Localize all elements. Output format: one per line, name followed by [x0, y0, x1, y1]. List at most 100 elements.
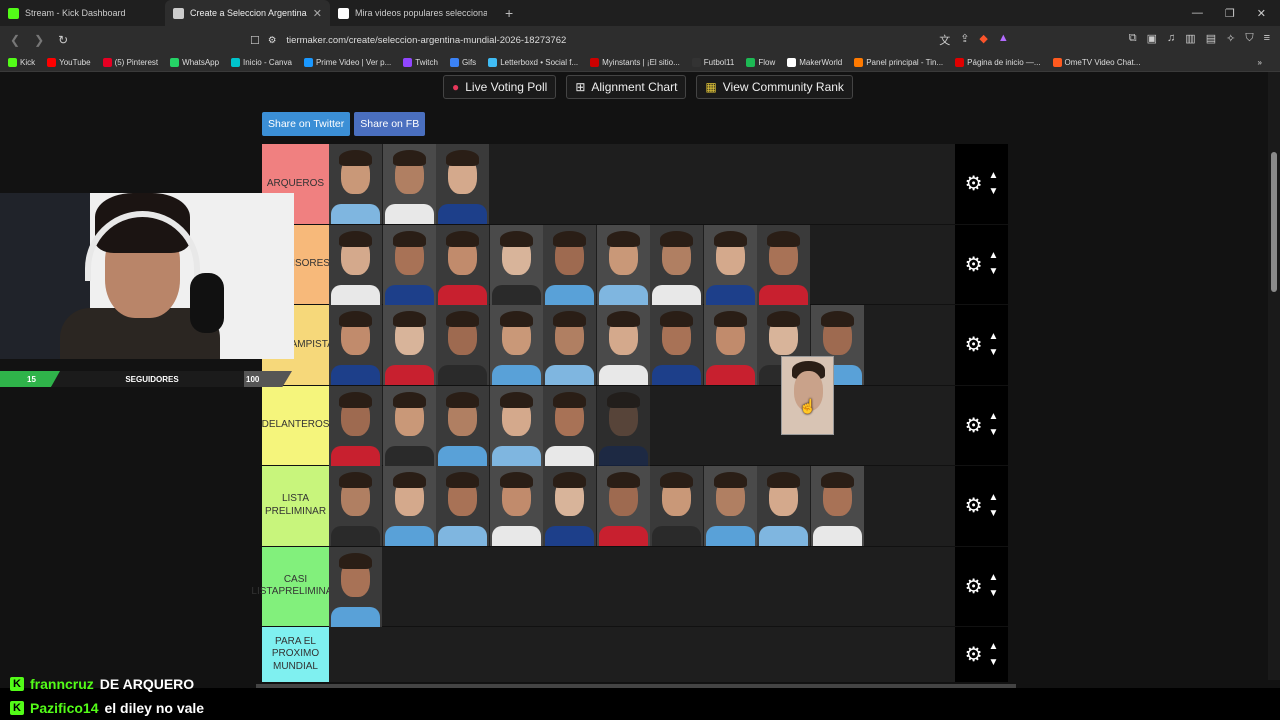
chevron-down-icon[interactable]: ▼ [989, 345, 999, 361]
player-card[interactable] [436, 305, 489, 385]
chevron-down-icon[interactable]: ▼ [989, 655, 999, 671]
chevron-down-icon[interactable]: ▼ [989, 425, 999, 441]
bookmark-item[interactable]: Futbol11 [691, 58, 734, 67]
media-icon[interactable]: ♫ [1167, 32, 1175, 48]
tier-items[interactable] [329, 224, 955, 305]
vertical-scrollbar[interactable] [1268, 72, 1280, 680]
bookmark-item[interactable]: OmeTV Video Chat... [1052, 58, 1140, 67]
player-card[interactable] [436, 466, 489, 546]
player-card[interactable] [650, 305, 703, 385]
bookmark-item[interactable]: Kick [8, 58, 35, 67]
chevron-up-icon[interactable]: ▲ [989, 409, 999, 425]
alignment-chart-button[interactable]: ⊞ Alignment Chart [566, 75, 687, 99]
player-card[interactable] [703, 305, 757, 385]
more-bookmarks-icon[interactable]: » [1258, 58, 1280, 67]
tier-label[interactable]: DELANTEROS [262, 385, 329, 465]
player-card[interactable] [596, 385, 650, 466]
player-card[interactable] [382, 224, 436, 305]
tier-label[interactable]: LISTA PRELIMINAR [262, 466, 329, 546]
chevron-up-icon[interactable]: ▲ [989, 570, 999, 586]
extensions-icon[interactable]: ⧉ [1129, 32, 1137, 48]
player-card[interactable] [543, 466, 596, 546]
bookmark-item[interactable]: Myinstants | ¡El sitio... [590, 58, 680, 67]
gear-icon[interactable]: ⚙ [965, 574, 983, 599]
player-card[interactable] [543, 385, 596, 466]
bookmark-item[interactable]: Página de inicio —... [955, 58, 1041, 67]
tier-items[interactable] [329, 466, 955, 546]
minimize-icon[interactable]: — [1192, 7, 1203, 20]
player-card[interactable] [329, 385, 382, 466]
bookmark-item[interactable]: Prime Video | Ver p... [303, 58, 391, 67]
tier-items[interactable] [329, 144, 955, 224]
bookmark-item[interactable]: YouTube [47, 58, 91, 67]
bookmark-item[interactable]: MakerWorld [787, 58, 842, 67]
share-twitter-button[interactable]: Share on Twitter [262, 112, 351, 136]
chevron-down-icon[interactable]: ▼ [989, 264, 999, 280]
player-card[interactable] [596, 224, 650, 305]
share-icon[interactable]: ⇪ [960, 32, 969, 48]
live-voting-poll-button[interactable]: ● Live Voting Poll [443, 75, 557, 99]
player-card[interactable] [329, 546, 382, 627]
player-card[interactable] [810, 466, 864, 546]
back-icon[interactable]: ❮ [10, 33, 20, 47]
bookmark-page-icon[interactable]: ☐ [250, 34, 260, 47]
bookmark-item[interactable]: Panel principal - Tin... [854, 58, 943, 67]
player-card[interactable] [703, 224, 757, 305]
rewards-icon[interactable]: ▲ [998, 32, 1009, 48]
chevron-down-icon[interactable]: ▼ [989, 586, 999, 602]
player-card[interactable] [436, 144, 489, 224]
player-card[interactable] [650, 466, 703, 546]
vpn-icon[interactable]: ⛉ [1245, 32, 1253, 48]
player-card[interactable] [650, 224, 703, 305]
tab-tiktok[interactable]: Mira videos populares seleccionados [330, 0, 495, 26]
reload-icon[interactable]: ↻ [58, 33, 68, 47]
menu-icon[interactable]: ≡ [1264, 32, 1270, 48]
gear-icon[interactable]: ⚙ [965, 332, 983, 357]
player-card[interactable] [596, 305, 650, 385]
player-card[interactable] [436, 385, 489, 466]
translate-icon[interactable]: 文 [939, 32, 950, 48]
tier-items[interactable] [329, 385, 955, 466]
scroll-thumb[interactable] [1271, 152, 1277, 292]
bookmark-item[interactable]: (5) Pinterest [102, 58, 158, 67]
player-card[interactable] [703, 466, 757, 546]
address-bar[interactable]: ⚙ tiermaker.com/create/seleccion-argenti… [268, 35, 566, 46]
chevron-up-icon[interactable]: ▲ [989, 168, 999, 184]
tab-tiermaker[interactable]: Create a Seleccion Argentina Mu ✕ [165, 0, 330, 26]
restore-icon[interactable]: ❐ [1225, 7, 1235, 20]
site-info-icon[interactable]: ⚙ [268, 35, 277, 46]
chevron-up-icon[interactable]: ▲ [989, 490, 999, 506]
player-card[interactable] [329, 144, 382, 224]
player-card[interactable] [489, 224, 543, 305]
player-card[interactable] [489, 305, 543, 385]
community-rank-button[interactable]: ▦ View Community Rank [696, 75, 853, 99]
player-card[interactable] [543, 305, 596, 385]
player-card[interactable] [329, 224, 382, 305]
new-tab-button[interactable]: + [495, 5, 523, 21]
player-card[interactable] [543, 224, 596, 305]
chevron-down-icon[interactable]: ▼ [989, 506, 999, 522]
gear-icon[interactable]: ⚙ [965, 642, 983, 667]
tab-kick-dashboard[interactable]: Stream - Kick Dashboard [0, 0, 165, 26]
sidebar-icon[interactable]: ▥ [1185, 32, 1195, 48]
bookmark-item[interactable]: Inicio - Canva [231, 58, 292, 67]
share-fb-button[interactable]: Share on FB [354, 112, 426, 136]
chevron-up-icon[interactable]: ▲ [989, 329, 999, 345]
player-card[interactable] [329, 466, 382, 546]
chevron-down-icon[interactable]: ▼ [989, 184, 999, 200]
bookmark-item[interactable]: Twitch [403, 58, 438, 67]
player-card[interactable] [489, 385, 543, 466]
tier-items[interactable] [329, 546, 955, 627]
gear-icon[interactable]: ⚙ [965, 413, 983, 438]
player-card[interactable] [489, 466, 543, 546]
gear-icon[interactable]: ⚙ [965, 493, 983, 518]
player-card[interactable] [382, 144, 436, 224]
brave-shield-icon[interactable]: ◆ [979, 32, 987, 48]
dragged-player-card[interactable] [781, 356, 834, 435]
chevron-up-icon[interactable]: ▲ [989, 248, 999, 264]
player-card[interactable] [382, 466, 436, 546]
bookmark-item[interactable]: Gifs [449, 58, 476, 67]
chevron-up-icon[interactable]: ▲ [989, 639, 999, 655]
player-card[interactable] [596, 466, 650, 546]
bookmark-item[interactable]: WhatsApp [170, 58, 219, 67]
